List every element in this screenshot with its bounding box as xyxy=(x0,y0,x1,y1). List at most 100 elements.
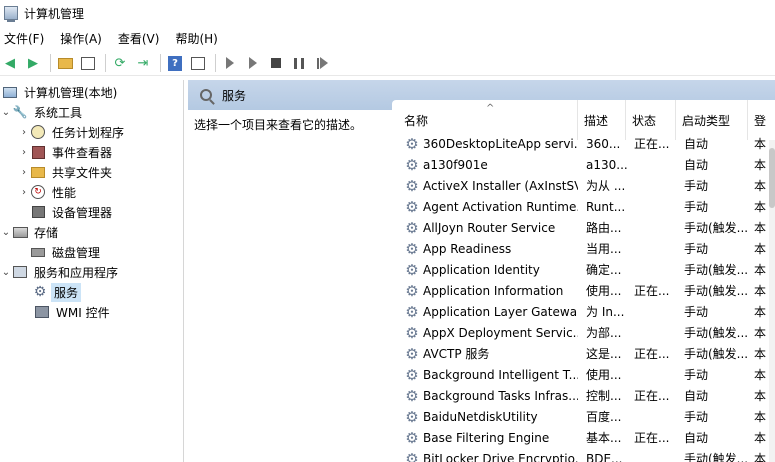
tree-item-services-apps[interactable]: ⌄ 服务和应用程序 xyxy=(0,262,121,282)
services-apps-icon xyxy=(12,264,28,280)
tree-item-device-manager[interactable]: 设备管理器 xyxy=(30,202,115,222)
tree-item-disk-management[interactable]: 磁盘管理 xyxy=(30,242,103,262)
tree-item-task-scheduler[interactable]: › 任务计划程序 xyxy=(18,122,127,142)
tree-item-storage[interactable]: ⌄ 存储 xyxy=(0,222,61,242)
table-row[interactable]: ⚙ BitLocker Drive Encryptio... BDE... 手动(触发… xyxy=(392,448,775,462)
gear-icon: ⚙ xyxy=(405,218,419,237)
back-arrow-icon[interactable]: ◀ xyxy=(0,53,20,73)
vertical-scrollbar[interactable] xyxy=(769,140,775,462)
table-row[interactable]: ⚙ Application Layer Gatewa... 为 In... 手动 本 xyxy=(392,301,775,322)
service-status xyxy=(634,196,682,217)
service-name-cell: ⚙ Background Intelligent T... xyxy=(404,364,578,385)
table-row[interactable]: ⚙ 360DesktopLiteApp servi... 360... 正在... 自动… xyxy=(392,133,775,154)
title-bar: 计算机管理 xyxy=(0,0,775,26)
service-logon: 本 xyxy=(754,305,766,319)
service-description: 路由... xyxy=(586,221,622,235)
service-status xyxy=(634,322,682,343)
table-row[interactable]: ⚙ Base Filtering Engine 基本... 正在... 自动 本 xyxy=(392,427,775,448)
help-icon[interactable]: ? xyxy=(165,53,185,73)
tree-item-performance[interactable]: › ↻ 性能 xyxy=(18,182,79,202)
table-row[interactable]: ⚙ Application Information 使用... 正在... 手动(触发.… xyxy=(392,280,775,301)
gear-icon: ⚙ xyxy=(405,239,419,258)
start-service-alt-icon[interactable] xyxy=(243,53,263,73)
service-logon: 本 xyxy=(754,431,766,445)
service-status xyxy=(634,406,682,427)
tree-item-event-viewer[interactable]: › 事件查看器 xyxy=(18,142,115,162)
service-logon: 本 xyxy=(754,221,766,235)
tree-label: 共享文件夹 xyxy=(52,165,113,180)
service-name-cell: ⚙ 360DesktopLiteApp servi... xyxy=(404,133,578,154)
service-status xyxy=(634,301,682,322)
tree-label: 系统工具 xyxy=(34,105,83,120)
service-status xyxy=(634,175,682,196)
table-row[interactable]: ⚙ AppX Deployment Servic... 为部... 手动(触发... 本 xyxy=(392,322,775,343)
service-status xyxy=(634,217,682,238)
tree-item-system-tools[interactable]: ⌄ 🔧 系统工具 xyxy=(0,102,85,122)
service-status xyxy=(634,154,682,175)
service-name-cell: ⚙ AppX Deployment Servic... xyxy=(404,322,578,343)
service-name-cell: ⚙ Application Layer Gatewa... xyxy=(404,301,578,322)
forward-arrow-icon[interactable]: ▶ xyxy=(23,53,43,73)
show-action-pane-icon[interactable] xyxy=(188,53,208,73)
table-row[interactable]: ⚙ a130f901e a130... 自动 本 xyxy=(392,154,775,175)
menu-view[interactable]: 查看(V) xyxy=(118,30,160,47)
tree-label: 事件查看器 xyxy=(52,145,113,160)
gear-icon: ⚙ xyxy=(405,176,419,195)
table-row[interactable]: ⚙ AVCTP 服务 这是... 正在... 手动(触发... 本 xyxy=(392,343,775,364)
table-row[interactable]: ⚙ ActiveX Installer (AxInstSV) 为从 ... 手动 本 xyxy=(392,175,775,196)
column-label: 描述 xyxy=(584,113,609,128)
chevron-down-icon[interactable]: ⌄ xyxy=(0,227,12,238)
show-hide-tree-icon[interactable] xyxy=(78,53,98,73)
tree-item-shared-folders[interactable]: › 共享文件夹 xyxy=(18,162,115,182)
table-row[interactable]: ⚙ Agent Activation Runtime... Runt... 手动 本 xyxy=(392,196,775,217)
chevron-right-icon[interactable]: › xyxy=(18,167,30,178)
chevron-right-icon[interactable]: › xyxy=(18,187,30,198)
chevron-right-icon[interactable]: › xyxy=(18,147,30,158)
scrollbar-thumb[interactable] xyxy=(769,148,775,208)
tree-item-services[interactable]: ⚙ 服务 xyxy=(32,282,82,302)
service-logon: 本 xyxy=(754,389,766,403)
service-name: Application Information xyxy=(423,283,564,298)
menu-action[interactable]: 操作(A) xyxy=(60,30,102,47)
service-status: 正在... xyxy=(634,347,670,361)
service-description: 这是... xyxy=(586,347,622,361)
restart-service-icon[interactable] xyxy=(312,53,332,73)
service-startup-type: 手动(触发... xyxy=(684,221,749,235)
table-row[interactable]: ⚙ AllJoyn Router Service 路由... 手动(触发... 本 xyxy=(392,217,775,238)
service-status xyxy=(634,259,682,280)
storage-icon xyxy=(12,224,28,240)
table-row[interactable]: ⚙ Background Intelligent T... 使用... 手动 本 xyxy=(392,364,775,385)
toolbar-separator xyxy=(50,54,51,72)
service-name: BaiduNetdiskUtility xyxy=(423,409,538,424)
service-description: Runt... xyxy=(586,199,626,214)
service-logon: 本 xyxy=(754,410,766,424)
service-description: 确定... xyxy=(586,263,622,277)
tree-label: WMI 控件 xyxy=(56,305,110,320)
service-name-cell: ⚙ a130f901e xyxy=(404,154,578,175)
service-name-cell: ⚙ BaiduNetdiskUtility xyxy=(404,406,578,427)
tree-item-wmi[interactable]: WMI 控件 xyxy=(34,302,113,322)
gear-icon: ⚙ xyxy=(405,386,419,405)
gear-icon: ⚙ xyxy=(405,323,419,342)
table-row[interactable]: ⚙ Background Tasks Infras... 控制... 正在... 自动 本 xyxy=(392,385,775,406)
chevron-down-icon[interactable]: ⌄ xyxy=(0,267,12,278)
gear-icon: ⚙ xyxy=(405,134,419,153)
pause-service-icon[interactable] xyxy=(289,53,309,73)
menu-help[interactable]: 帮助(H) xyxy=(175,30,217,47)
toolbar: ◀ ▶ ⟳ ⇥ ? xyxy=(0,51,775,76)
service-name-cell: ⚙ Background Tasks Infras... xyxy=(404,385,578,406)
computer-management-icon xyxy=(4,6,18,22)
export-list-icon[interactable]: ⇥ xyxy=(133,53,153,73)
refresh-icon[interactable]: ⟳ xyxy=(110,53,130,73)
menu-file[interactable]: 文件(F) xyxy=(4,30,44,47)
start-service-icon[interactable] xyxy=(220,53,240,73)
chevron-down-icon[interactable]: ⌄ xyxy=(0,107,12,118)
table-row[interactable]: ⚙ App Readiness 当用... 手动 本 xyxy=(392,238,775,259)
table-row[interactable]: ⚙ BaiduNetdiskUtility 百度... 手动 本 xyxy=(392,406,775,427)
chevron-right-icon[interactable]: › xyxy=(18,127,30,138)
tree-item-root[interactable]: 计算机管理(本地) xyxy=(2,82,120,102)
up-folder-icon[interactable] xyxy=(55,53,75,73)
stop-service-icon[interactable] xyxy=(266,53,286,73)
table-row[interactable]: ⚙ Application Identity 确定... 手动(触发... 本 xyxy=(392,259,775,280)
service-name: AppX Deployment Servic... xyxy=(423,325,578,340)
